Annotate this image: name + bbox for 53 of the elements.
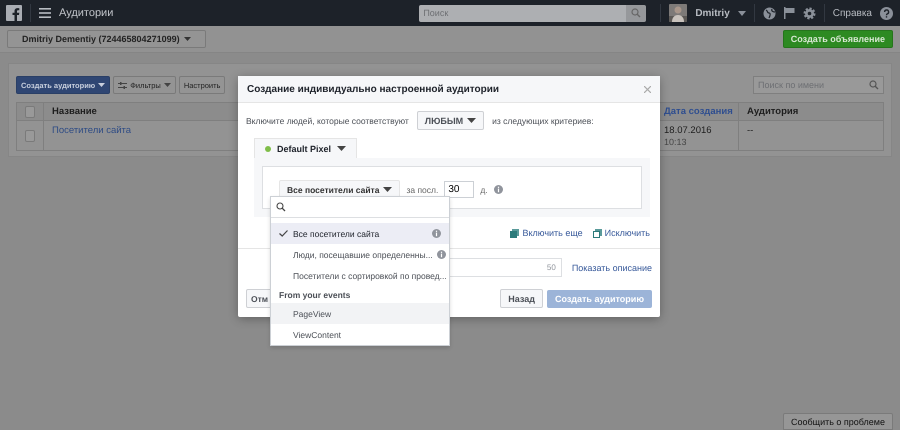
globe-icon[interactable] bbox=[762, 6, 776, 20]
squares-icon bbox=[592, 228, 602, 238]
report-problem-button[interactable]: Сообщить о проблеме bbox=[783, 413, 893, 430]
squares-icon bbox=[510, 228, 520, 238]
help-link[interactable]: Справка bbox=[832, 8, 872, 18]
menu-item[interactable]: Все посетители сайта bbox=[271, 223, 449, 244]
column-header[interactable]: Название bbox=[52, 106, 97, 117]
row-checkbox[interactable] bbox=[25, 130, 35, 142]
pixel-tab[interactable]: Default Pixel bbox=[254, 138, 358, 158]
search-icon bbox=[631, 8, 642, 18]
caret-icon bbox=[337, 146, 346, 151]
menu-item[interactable]: PageView bbox=[271, 303, 449, 324]
logo-icon[interactable] bbox=[6, 5, 22, 21]
caret-icon bbox=[467, 118, 476, 123]
days-unit: д. bbox=[480, 184, 488, 194]
table-cell-text: 10:13 bbox=[664, 137, 688, 147]
help-icon[interactable] bbox=[880, 6, 893, 20]
flag-icon[interactable] bbox=[784, 7, 795, 19]
page-title: Аудитории bbox=[59, 7, 114, 19]
show-description-link[interactable]: Показать описание bbox=[572, 262, 652, 272]
search-icon bbox=[276, 202, 286, 212]
settings-icon[interactable] bbox=[802, 6, 816, 20]
caret-icon bbox=[383, 187, 392, 192]
menu-section-header: From your events bbox=[278, 288, 352, 302]
table-cell-text: 18.07.2016 bbox=[664, 125, 713, 136]
caret-icon bbox=[184, 37, 191, 41]
sliders-icon bbox=[118, 82, 128, 88]
column-header[interactable]: Аудитория bbox=[747, 106, 798, 117]
menu-item[interactable]: ViewContent bbox=[271, 324, 449, 345]
include-more-link[interactable]: Включить еще bbox=[510, 228, 583, 238]
match-dropdown[interactable]: ЛЮБЫМ bbox=[416, 111, 484, 130]
period-label: за посл. bbox=[406, 184, 438, 194]
account-selector[interactable]: Dmitriy Dementiy (724465804271099) bbox=[7, 30, 206, 48]
caret-icon[interactable] bbox=[738, 10, 746, 16]
info-icon[interactable] bbox=[432, 229, 441, 238]
user-menu[interactable]: Dmitriy bbox=[695, 8, 730, 18]
dialog-title: Создание индивидуально настроенной аудитории bbox=[247, 84, 500, 94]
exclude-link[interactable]: Исключить bbox=[592, 228, 650, 238]
menu-icon[interactable] bbox=[39, 8, 51, 18]
table-cell-text: -- bbox=[747, 125, 754, 138]
days-field[interactable]: 30 bbox=[444, 181, 474, 198]
check-icon bbox=[279, 230, 288, 237]
search-button[interactable] bbox=[626, 4, 646, 22]
search-icon[interactable] bbox=[869, 80, 879, 90]
info-icon[interactable] bbox=[494, 185, 503, 194]
select-all-checkbox[interactable] bbox=[25, 106, 35, 118]
caret-icon bbox=[98, 83, 106, 87]
search-field[interactable]: Поиск bbox=[419, 4, 626, 22]
caret-icon bbox=[164, 83, 171, 87]
criteria-label: Включите людей, которые соответствуют bbox=[246, 116, 409, 126]
criteria-label: из следующих критериев: bbox=[492, 116, 594, 126]
dialog-button[interactable]: Назад bbox=[500, 289, 543, 308]
info-icon[interactable] bbox=[436, 250, 446, 259]
